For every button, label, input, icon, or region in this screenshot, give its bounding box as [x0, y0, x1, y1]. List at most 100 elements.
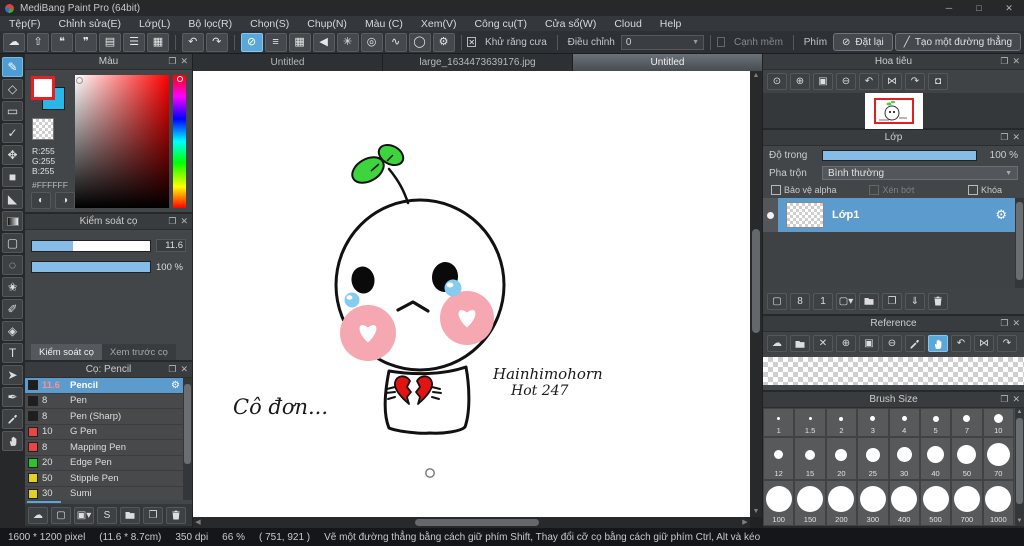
- zoom-reset-icon[interactable]: ⊙: [767, 73, 787, 90]
- brush-size-cell[interactable]: 2: [825, 408, 858, 437]
- scroll-left-arrow[interactable]: ◀: [193, 517, 203, 528]
- menu-item[interactable]: Màu (C): [356, 18, 412, 30]
- zoom-fit-icon[interactable]: ▣: [813, 73, 833, 90]
- brush-size-cell[interactable]: 25: [857, 437, 889, 480]
- hand-tool[interactable]: [2, 431, 23, 451]
- delete-brush-icon[interactable]: [166, 506, 186, 524]
- menu-item[interactable]: Tệp(F): [0, 18, 50, 30]
- snap-curve-icon[interactable]: ∿: [384, 32, 407, 52]
- brush-size-cell[interactable]: 200: [825, 480, 858, 526]
- bucket-tool[interactable]: ◣: [2, 189, 23, 209]
- brush-size-cell[interactable]: 300: [857, 480, 889, 526]
- document-tab[interactable]: Untitled: [193, 54, 382, 71]
- rotate-cw-icon[interactable]: ↷: [905, 73, 925, 90]
- lock-checkbox[interactable]: [967, 185, 978, 195]
- soft-edge-checkbox[interactable]: [716, 37, 725, 47]
- scrollbar-thumb[interactable]: [184, 384, 191, 464]
- brush-size-cell[interactable]: 4: [888, 408, 920, 437]
- canvas-viewport[interactable]: Cô đơn... Hainhimohorn Hot 247: [193, 71, 750, 517]
- snap-grid-icon[interactable]: ▦: [288, 32, 311, 52]
- palette-icon[interactable]: ◐: [31, 192, 51, 209]
- cloud-upload-icon[interactable]: ☁: [28, 506, 48, 524]
- brush-row[interactable]: 8 Pen: [25, 393, 183, 409]
- snap-ellipse-icon[interactable]: ◯: [408, 32, 431, 52]
- rotate-reset-icon[interactable]: ⋈: [882, 73, 902, 90]
- zoom-out-icon[interactable]: ⊖: [882, 335, 902, 352]
- menu-item[interactable]: Công cụ(T): [465, 18, 536, 30]
- folder-icon[interactable]: [859, 292, 879, 310]
- cloud-upload-icon[interactable]: ☁: [767, 335, 787, 352]
- popout-icon[interactable]: ❐: [168, 56, 176, 67]
- scrollbar-thumb[interactable]: [1016, 418, 1023, 504]
- brush-control-tab[interactable]: Xem trước cọ: [101, 344, 176, 360]
- folder-icon[interactable]: [120, 506, 140, 524]
- navigator-preview[interactable]: [763, 92, 1024, 129]
- document-tab[interactable]: Untitled: [573, 54, 762, 71]
- close-icon[interactable]: ✕: [180, 216, 188, 227]
- add-brush-image-icon[interactable]: ▣▾: [74, 506, 94, 524]
- brush-size-cell[interactable]: 1.5: [794, 408, 826, 437]
- palette-edit-icon[interactable]: ◑: [55, 192, 75, 209]
- close-icon[interactable]: ✕: [1012, 318, 1020, 329]
- brush-size-value[interactable]: 11.6: [156, 239, 186, 252]
- scrollbar-thumb[interactable]: [1016, 202, 1023, 280]
- menu-item[interactable]: Lớp(L): [130, 18, 179, 30]
- brush-row[interactable]: 30 Sumi: [25, 486, 183, 500]
- rotate-cw-icon[interactable]: ↷: [997, 335, 1017, 352]
- clear-icon[interactable]: ✕: [813, 335, 833, 352]
- scroll-down-arrow[interactable]: ▼: [1015, 517, 1024, 526]
- gear-icon[interactable]: ⚙: [171, 380, 180, 391]
- material-grid-icon[interactable]: ▦: [147, 32, 169, 52]
- brush-row[interactable]: 8 Pen (Sharp): [25, 409, 183, 425]
- eraser-tool[interactable]: ◇: [2, 79, 23, 99]
- close-icon[interactable]: ✕: [1012, 394, 1020, 405]
- close-icon[interactable]: ✕: [180, 364, 188, 375]
- snap-vanishing-icon[interactable]: ◀: [312, 32, 335, 52]
- brush-size-cell[interactable]: 400: [888, 480, 920, 526]
- duplicate-brush-icon[interactable]: ❐: [143, 506, 163, 524]
- document-tab[interactable]: large_1634473639176.jpg: [383, 54, 572, 71]
- scroll-down-arrow[interactable]: ▼: [750, 507, 762, 517]
- comment-icon[interactable]: ❝: [51, 32, 73, 52]
- menu-item[interactable]: Help: [651, 18, 691, 30]
- popout-icon[interactable]: ❐: [1000, 56, 1008, 67]
- delete-layer-icon[interactable]: [928, 292, 948, 310]
- close-button[interactable]: ✕: [994, 0, 1024, 16]
- material-list-icon[interactable]: ☰: [123, 32, 145, 52]
- rotate-reset-icon[interactable]: ⋈: [974, 335, 994, 352]
- menu-item[interactable]: Cửa sổ(W): [536, 18, 605, 30]
- popout-icon[interactable]: ❐: [1000, 318, 1008, 329]
- new-layer-icon[interactable]: ▢: [767, 292, 787, 310]
- eyedropper-icon[interactable]: [905, 335, 925, 352]
- scrollbar-thumb[interactable]: [415, 519, 539, 526]
- popout-icon[interactable]: ❐: [1000, 132, 1008, 143]
- operation-tool[interactable]: ➤: [2, 365, 23, 385]
- lasso-tool[interactable]: ◌: [2, 255, 23, 275]
- add-brush-icon[interactable]: ▢: [51, 506, 71, 524]
- brush-size-cell[interactable]: 100: [763, 480, 795, 526]
- polyline-tool[interactable]: ✓: [2, 123, 23, 143]
- snap-radial-icon[interactable]: ✳: [336, 32, 359, 52]
- layer-opacity-slider[interactable]: [822, 149, 977, 161]
- brush-size-cell[interactable]: 15: [794, 437, 826, 480]
- menu-item[interactable]: Cloud: [605, 18, 650, 30]
- minimize-button[interactable]: ─: [934, 0, 964, 16]
- brush-size-slider[interactable]: [31, 239, 151, 252]
- popout-icon[interactable]: ❐: [1000, 394, 1008, 405]
- popout-icon[interactable]: ❐: [168, 364, 176, 375]
- scroll-right-arrow[interactable]: ▶: [740, 517, 750, 528]
- brush-row[interactable]: 11.6 Pencil ⚙: [25, 378, 183, 394]
- brush-row[interactable]: 50 Stipple Pen: [25, 471, 183, 487]
- scroll-up-arrow[interactable]: ▲: [1015, 408, 1024, 417]
- brush-size-cell[interactable]: 5: [919, 408, 952, 437]
- duplicate-layer-icon[interactable]: ❐: [882, 292, 902, 310]
- brush-control-tab[interactable]: Kiểm soát cọ: [31, 344, 102, 360]
- snap-off-icon[interactable]: ⊘: [240, 32, 263, 52]
- correction-select[interactable]: 0 ▼: [620, 34, 704, 50]
- magic-wand-tool[interactable]: ✬: [2, 277, 23, 297]
- straight-line-button[interactable]: ╱ Tạo một đường thẳng: [894, 33, 1022, 51]
- rotate-ccw-icon[interactable]: ↶: [859, 73, 879, 90]
- reference-canvas[interactable]: [763, 357, 1024, 385]
- text-tool[interactable]: T: [2, 343, 23, 363]
- brush-size-cell[interactable]: 3: [857, 408, 889, 437]
